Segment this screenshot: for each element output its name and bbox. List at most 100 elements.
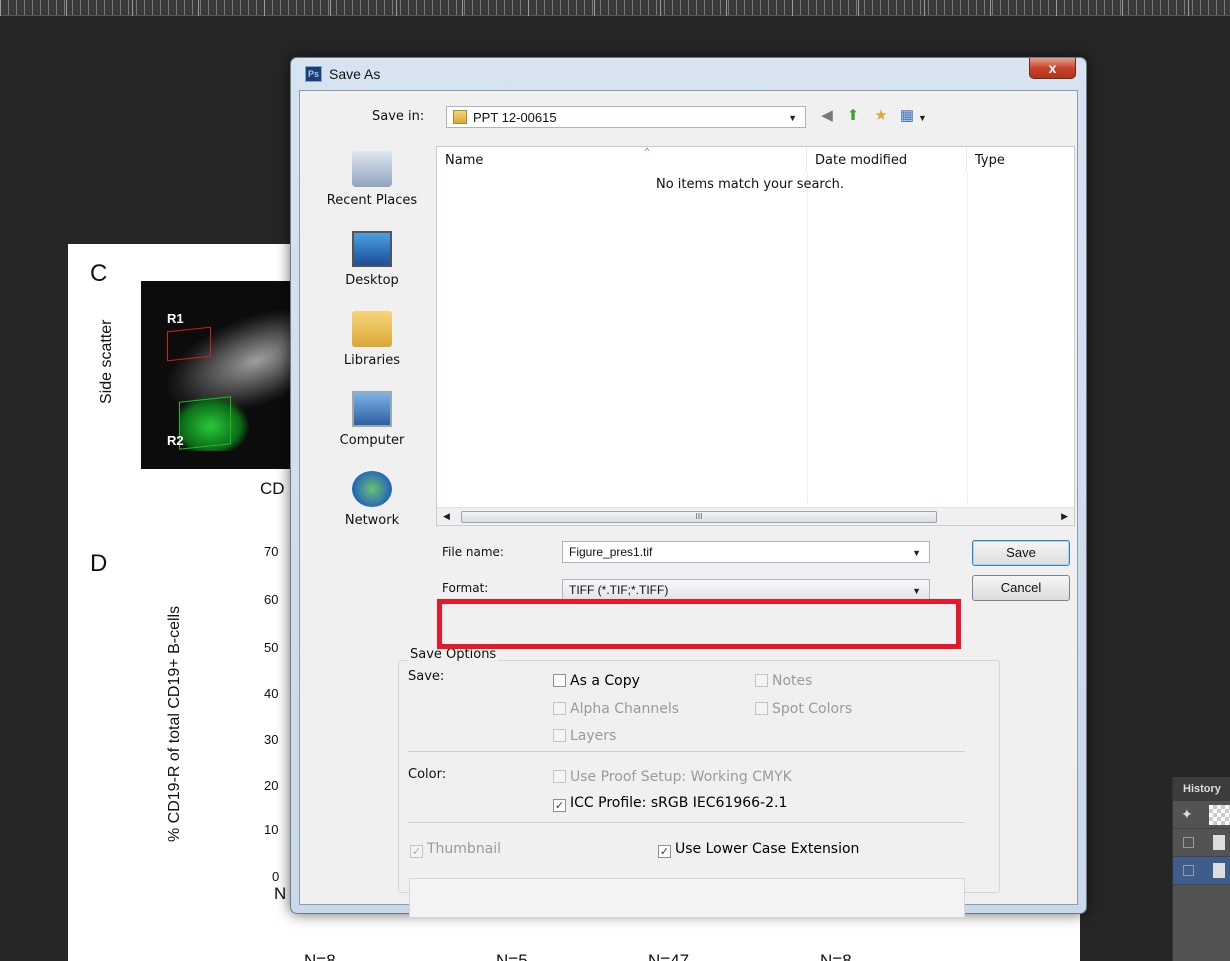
format-dropdown[interactable]: TIFF (*.TIF;*.TIFF) ▼ [562,579,930,601]
desktop-icon [352,231,392,267]
layers-label: Layers [570,728,617,744]
back-icon[interactable]: ◀ [818,107,836,125]
spot-colors-label: Spot Colors [772,701,853,717]
computer-icon [352,391,392,427]
y-tick: 30 [264,732,279,747]
history-source-checkbox[interactable] [1183,837,1194,848]
place-desktop[interactable]: Desktop [312,231,432,288]
scroll-left-icon[interactable]: ◀ [443,511,450,522]
y-axis-title: % CD19-R of total CD19+ B-cells [166,605,183,842]
save-in-dropdown[interactable]: PPT 12-00615 ▼ [446,106,806,128]
history-state-row[interactable] [1173,829,1230,857]
separator [408,822,965,823]
spot-colors-checkbox[interactable]: Spot Colors [755,701,852,717]
alpha-channels-label: Alpha Channels [570,701,680,717]
chevron-down-icon: ▼ [788,113,797,123]
n-count-2: N=5 [496,951,528,961]
file-name-value: Figure_pres1.tif [569,545,653,559]
place-label: Computer [339,433,405,448]
chevron-down-icon[interactable]: ▼ [912,586,921,596]
photoshop-icon: Ps [305,66,322,82]
thumbnail-checkbox[interactable]: ✓ Thumbnail [410,841,501,858]
gate-r1-label: R1 [167,311,184,326]
as-a-copy-checkbox[interactable]: As a Copy [553,673,640,689]
panel-label-c: C [90,260,108,287]
gate-r2 [179,396,231,450]
y-tick: 20 [264,778,279,793]
side-scatter-label: Side scatter [98,319,115,404]
place-network[interactable]: Network [312,471,432,528]
warning-message-box [409,878,965,918]
n-count-3: N=47 [648,951,690,961]
folder-icon [453,110,467,124]
color-label: Color: [408,767,447,782]
y-tick: 0 [272,869,280,884]
icc-profile-checkbox[interactable]: ✓ ICC Profile: sRGB IEC61966-2.1 [553,795,787,812]
notes-checkbox[interactable]: Notes [755,673,812,689]
use-proof-setup-label: Use Proof Setup: Working CMYK [570,769,792,785]
x-axis-partial-label: CD [260,479,285,498]
layers-checkbox[interactable]: Layers [553,728,616,744]
y-tick: 10 [264,822,279,837]
y-tick: 70 [264,544,279,559]
column-name[interactable]: Name [437,147,807,173]
place-label: Libraries [343,353,401,368]
dialog-titlebar[interactable]: Ps Save As x [291,58,1086,90]
lower-case-extension-checkbox[interactable]: ✓ Use Lower Case Extension [658,841,859,858]
close-button[interactable]: x [1029,58,1076,79]
chevron-down-icon[interactable]: ▼ [918,113,927,123]
file-name-input[interactable]: Figure_pres1.tif ▼ [562,541,930,563]
save-options-title: Save Options [408,647,499,662]
place-recent-places[interactable]: Recent Places [312,151,432,208]
notes-label: Notes [772,673,813,689]
y-tick: 40 [264,686,279,701]
recent-places-icon [352,151,392,187]
save-as-dialog: Ps Save As x Save in: PPT 12-00615 ▼ ◀ ⬆… [290,57,1087,918]
place-label: Desktop [345,273,399,288]
up-folder-icon[interactable]: ⬆ [844,107,862,125]
history-panel-title[interactable]: History [1173,777,1230,801]
snapshot-thumbnail [1209,805,1230,825]
icc-profile-label: ICC Profile: sRGB IEC61966-2.1 [570,795,788,811]
top-ruler [0,0,1230,16]
cancel-button[interactable]: Cancel [972,575,1070,601]
place-libraries[interactable]: Libraries [312,311,432,368]
column-type[interactable]: Type [967,147,1076,173]
file-name-label: File name: [442,545,504,559]
history-snapshot-row[interactable]: ✦ [1173,801,1230,829]
file-list[interactable]: Name ^ Date modified Type No items match… [436,146,1075,526]
document-icon [1213,835,1225,850]
horizontal-scrollbar[interactable]: ◀ III ▶ [437,507,1074,525]
format-label: Format: [442,581,489,595]
scrollbar-thumb[interactable]: III [461,511,937,523]
thumbnail-label: Thumbnail [427,841,502,857]
alpha-channels-checkbox[interactable]: Alpha Channels [553,701,679,717]
panel-label-d: D [90,550,108,577]
format-value: TIFF (*.TIF;*.TIFF) [569,583,669,597]
format-highlight-annotation [437,599,961,649]
column-date-modified[interactable]: Date modified [807,147,967,173]
place-label: Recent Places [326,193,418,208]
flow-cytometry-plot: R1 R2 [141,281,301,469]
view-menu-icon[interactable]: ▦ [898,107,916,125]
place-computer[interactable]: Computer [312,391,432,448]
save-in-label: Save in: [372,109,425,124]
y-tick: 60 [264,592,279,607]
new-folder-icon[interactable]: ★ [872,107,890,125]
history-state-row-selected[interactable] [1173,857,1230,885]
chevron-down-icon[interactable]: ▼ [912,548,921,558]
history-source-checkbox[interactable] [1183,865,1194,876]
libraries-icon [352,311,392,347]
dialog-title: Save As [329,66,381,82]
scroll-right-icon[interactable]: ▶ [1061,511,1068,522]
use-proof-setup-checkbox[interactable]: Use Proof Setup: Working CMYK [553,769,792,785]
n-count-1: N=8 [304,951,336,961]
sort-ascending-icon: ^ [645,146,650,156]
save-button[interactable]: Save [972,540,1070,566]
brush-icon: ✦ [1181,806,1193,822]
as-a-copy-label: As a Copy [570,673,640,689]
y-tick: 50 [264,640,279,655]
save-in-value: PPT 12-00615 [473,110,557,125]
network-icon [352,471,392,507]
separator [408,751,965,752]
